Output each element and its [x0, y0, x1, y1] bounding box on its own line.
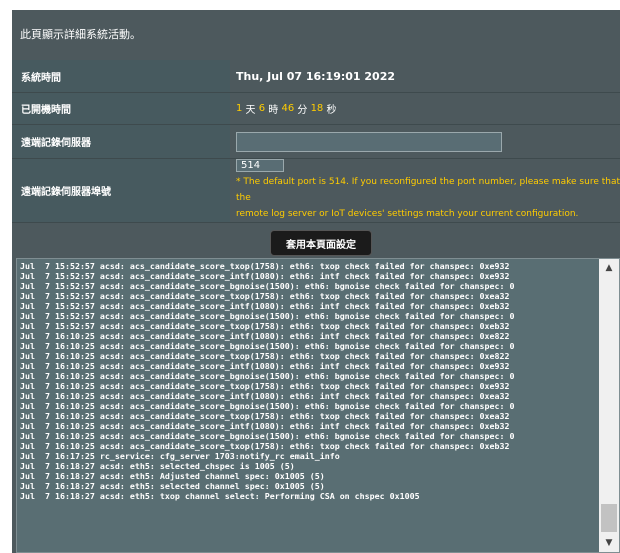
remote-log-port-cell: * The default port is 514. If you reconf… — [230, 159, 620, 223]
scrollbar-thumb[interactable] — [601, 504, 617, 532]
log-line: Jul 7 16:10:25 acsd: acs_candidate_score… — [20, 371, 515, 381]
remote-log-server-label: 遠端記錄伺服器 — [12, 125, 230, 159]
log-line: Jul 7 16:10:25 acsd: acs_candidate_score… — [20, 381, 510, 391]
log-line: Jul 7 15:52:57 acsd: acs_candidate_score… — [20, 271, 510, 281]
log-line: Jul 7 16:10:25 acsd: acs_candidate_score… — [20, 441, 510, 451]
log-line: Jul 7 16:10:25 acsd: acs_candidate_score… — [20, 351, 510, 361]
port-note-line2: remote log server or IoT devices' settin… — [236, 209, 579, 219]
log-line: Jul 7 16:10:25 acsd: acs_candidate_score… — [20, 361, 510, 371]
page-description: 此頁顯示詳細系統活動。 — [20, 28, 141, 41]
uptime-minutes-unit: 分 — [294, 105, 311, 116]
log-line: Jul 7 16:10:25 acsd: acs_candidate_score… — [20, 431, 515, 441]
apply-settings-button[interactable]: 套用本頁面設定 — [270, 230, 372, 256]
system-log-panel: 此頁顯示詳細系統活動。 系統時間 Thu, Jul 07 16:19:01 20… — [12, 10, 620, 553]
log-line: Jul 7 16:10:25 acsd: acs_candidate_score… — [20, 421, 510, 431]
remote-log-port-row: 遠端記錄伺服器埠號 * The default port is 514. If … — [12, 159, 620, 223]
uptime-days-unit: 天 — [242, 105, 259, 116]
remote-log-port-label: 遠端記錄伺服器埠號 — [12, 159, 230, 223]
uptime-value: 1 天 6 時 46 分 18 秒 — [230, 93, 620, 125]
remote-log-port-input[interactable] — [236, 159, 284, 172]
log-line: Jul 7 16:18:27 acsd: eth5: selected chan… — [20, 481, 325, 491]
uptime-label: 已開機時間 — [12, 93, 230, 125]
system-time-label: 系統時間 — [12, 60, 230, 93]
log-line: Jul 7 16:18:27 acsd: eth5: selected_chsp… — [20, 461, 295, 471]
system-log-textarea[interactable]: Jul 7 15:52:57 acsd: acs_candidate_score… — [16, 258, 620, 553]
log-line: Jul 7 15:52:57 acsd: acs_candidate_score… — [20, 311, 515, 321]
uptime-minutes: 46 — [281, 103, 295, 114]
log-line: Jul 7 16:10:25 acsd: acs_candidate_score… — [20, 411, 510, 421]
uptime-seconds-unit: 秒 — [323, 105, 337, 116]
log-line: Jul 7 16:10:25 acsd: acs_candidate_score… — [20, 401, 515, 411]
uptime-hours-unit: 時 — [265, 105, 282, 116]
log-line: Jul 7 16:10:25 acsd: acs_candidate_score… — [20, 331, 510, 341]
remote-log-server-row: 遠端記錄伺服器 — [12, 125, 620, 159]
log-line: Jul 7 16:10:25 acsd: acs_candidate_score… — [20, 391, 510, 401]
log-line: Jul 7 16:17:25 rc_service: cfg_server 17… — [20, 451, 340, 461]
log-line: Jul 7 16:18:27 acsd: eth5: txop channel … — [20, 491, 420, 501]
log-content: Jul 7 15:52:57 acsd: acs_candidate_score… — [20, 261, 597, 552]
log-line: Jul 7 15:52:57 acsd: acs_candidate_score… — [20, 301, 510, 311]
uptime-row: 已開機時間 1 天 6 時 46 分 18 秒 — [12, 93, 620, 125]
system-time-row: 系統時間 Thu, Jul 07 16:19:01 2022 — [12, 60, 620, 93]
remote-log-server-cell — [230, 125, 620, 159]
log-scrollbar[interactable]: ▲ ▼ — [599, 259, 619, 552]
log-line: Jul 7 16:10:25 acsd: acs_candidate_score… — [20, 341, 515, 351]
log-line: Jul 7 15:52:57 acsd: acs_candidate_score… — [20, 261, 510, 271]
port-note-line1: * The default port is 514. If you reconf… — [236, 177, 620, 203]
log-line: Jul 7 15:52:57 acsd: acs_candidate_score… — [20, 321, 510, 331]
uptime-seconds: 18 — [310, 103, 324, 114]
system-time-value: Thu, Jul 07 16:19:01 2022 — [230, 60, 620, 93]
remote-log-server-input[interactable] — [236, 131, 502, 152]
scroll-down-arrow-icon[interactable]: ▼ — [599, 534, 619, 552]
scroll-up-arrow-icon[interactable]: ▲ — [599, 259, 619, 277]
log-line: Jul 7 16:18:27 acsd: eth5: Adjusted chan… — [20, 471, 325, 481]
log-line: Jul 7 15:52:57 acsd: acs_candidate_score… — [20, 281, 515, 291]
log-line: Jul 7 15:52:57 acsd: acs_candidate_score… — [20, 291, 510, 301]
